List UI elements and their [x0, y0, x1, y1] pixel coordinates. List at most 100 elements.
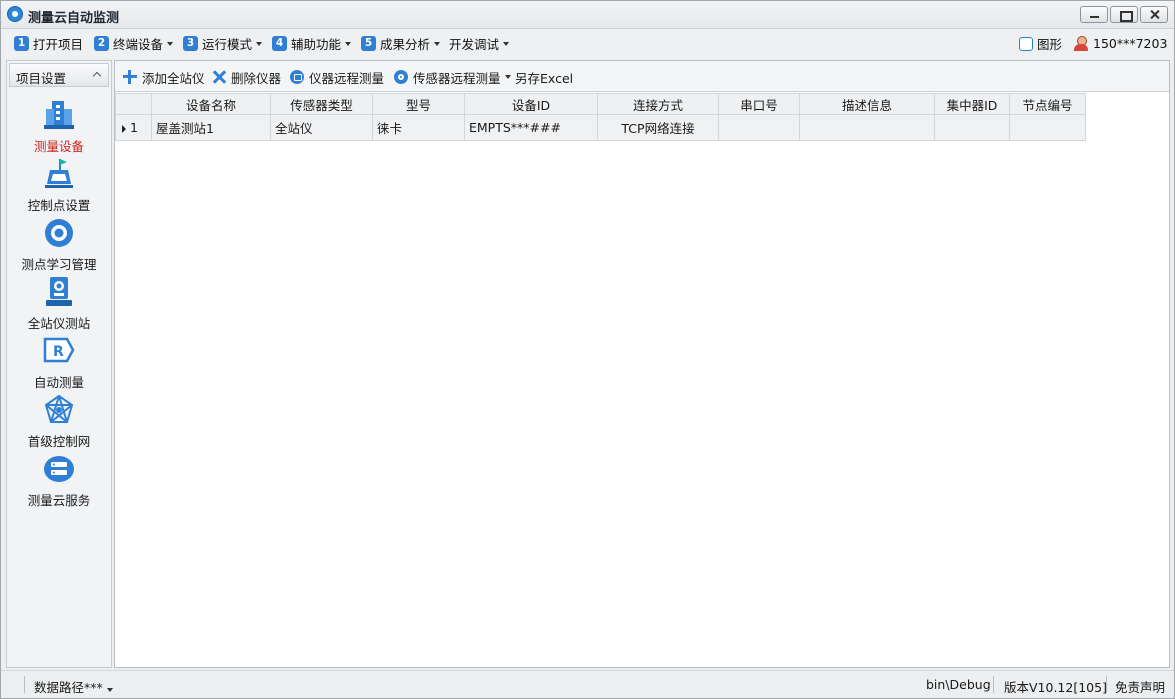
dropdown-caret-icon [434, 41, 441, 46]
menu-label: 终端设备 [113, 37, 164, 52]
control-point-icon [45, 159, 73, 188]
sidebar-item-point-learning[interactable]: 测点学习管理 [7, 217, 111, 275]
column-header-concentrator-id[interactable]: 集中器ID [934, 93, 1010, 115]
user-label: 150***7203 [1093, 36, 1168, 51]
menu-label: 打开项目 [33, 37, 84, 52]
sidebar-item-control-network[interactable]: 首级控制网 [7, 394, 111, 452]
dropdown-caret-icon [167, 41, 174, 46]
device-table: 设备名称 传感器类型 型号 设备ID 连接方式 串口号 描述信息 集中器ID 节… [115, 93, 1086, 141]
column-header-sensor-type[interactable]: 传感器类型 [270, 93, 373, 115]
sidebar-item-auto-measure[interactable]: R 自动测量 [7, 335, 111, 393]
menu-dev-debug[interactable]: 开发调试 [449, 34, 510, 53]
add-total-station-button[interactable]: 添加全站仪 [123, 68, 205, 86]
instrument-remote-measure-button[interactable]: 仪器远程测量 [290, 68, 384, 86]
cell-device-id[interactable]: EMPTS***### [464, 114, 598, 141]
building-icon [44, 101, 74, 129]
menu-bar: 1 打开项目 2 终端设备 3 运行模式 4 辅助功能 5 成果分析 开发调试 [1, 29, 1174, 58]
instrument-remote-measure-label: 仪器远程测量 [309, 70, 385, 86]
svg-text:R: R [53, 344, 64, 360]
cell-serial-port[interactable] [718, 114, 800, 141]
sidebar-item-total-station[interactable]: 全站仪测站 [7, 276, 111, 334]
menu-label: 运行模式 [202, 37, 253, 52]
row-index: 1 [130, 120, 138, 135]
sidebar-item-label: 全站仪测站 [27, 316, 91, 331]
cloud-service-icon [44, 456, 74, 482]
dropdown-caret-icon [106, 688, 113, 692]
sidebar-item-measure-device[interactable]: 测量设备 [7, 99, 111, 157]
menu-label: 成果分析 [380, 37, 431, 52]
table-header-row: 设备名称 传感器类型 型号 设备ID 连接方式 串口号 描述信息 集中器ID 节… [115, 93, 1086, 115]
sidebar: 项目设置 测量设备 控制点设置 测点学习管理 全站仪测站 R 自动测量 首级控制… [6, 60, 112, 668]
target-icon [45, 219, 73, 247]
export-excel-label: 另存Excel [515, 70, 574, 86]
sensor-remote-measure-button[interactable]: 传感器远程测量 [394, 68, 511, 86]
column-header-device-name[interactable]: 设备名称 [151, 93, 271, 115]
checkbox-icon [1019, 36, 1033, 51]
cell-node-no[interactable] [1009, 114, 1086, 141]
menu-run-mode[interactable]: 3 运行模式 [183, 34, 263, 53]
column-header-indicator[interactable] [115, 93, 152, 115]
data-path-dropdown[interactable]: 数据路径*** [34, 677, 113, 696]
title-bar: 测量云自动监测 [1, 1, 1174, 29]
cell-description[interactable] [799, 114, 935, 141]
menu-number-badge: 5 [361, 36, 376, 51]
toolbar: 添加全站仪 删除仪器 仪器远程测量 传感器远程测量 另存Excel [115, 61, 1169, 92]
menu-number-badge: 3 [183, 36, 198, 51]
sidebar-item-label: 测点学习管理 [21, 257, 97, 272]
dropdown-caret-icon [345, 41, 352, 46]
sidebar-item-control-point[interactable]: 控制点设置 [7, 158, 111, 216]
maximize-icon [1111, 7, 1137, 22]
minimize-button[interactable] [1080, 6, 1108, 23]
delete-icon [212, 70, 226, 84]
sidebar-item-cloud-service[interactable]: 测量云服务 [7, 453, 111, 511]
column-header-node-no[interactable]: 节点编号 [1009, 93, 1086, 115]
cell-model[interactable]: 徕卡 [372, 114, 465, 141]
column-header-connection[interactable]: 连接方式 [597, 93, 719, 115]
main-panel: 添加全站仪 删除仪器 仪器远程测量 传感器远程测量 另存Excel 设备名称 传… [114, 60, 1170, 668]
table-row[interactable]: 1 屋盖测站1 全站仪 徕卡 EMPTS***### TCP网络连接 [115, 114, 1086, 141]
disclaimer-link[interactable]: 免责声明 [1115, 677, 1165, 696]
plus-icon [123, 70, 137, 84]
app-logo-icon [7, 6, 23, 22]
export-excel-button[interactable]: 另存Excel [515, 68, 573, 86]
column-header-device-id[interactable]: 设备ID [464, 93, 598, 115]
sidebar-header-label: 项目设置 [16, 71, 67, 86]
status-divider [993, 676, 994, 693]
user-account[interactable]: 150***7203 [1074, 34, 1167, 53]
sensor-icon [394, 70, 408, 84]
column-header-description[interactable]: 描述信息 [799, 93, 935, 115]
sidebar-item-label: 首级控制网 [27, 434, 91, 449]
delete-instrument-button[interactable]: 删除仪器 [212, 68, 281, 86]
row-indicator[interactable]: 1 [115, 114, 152, 141]
menu-result-analysis[interactable]: 5 成果分析 [361, 34, 441, 53]
close-button[interactable] [1140, 6, 1168, 23]
column-header-model[interactable]: 型号 [372, 93, 465, 115]
dropdown-caret-icon [256, 41, 263, 46]
dropdown-caret-icon [503, 41, 510, 46]
row-pointer-icon [122, 124, 126, 133]
menu-number-badge: 4 [272, 36, 287, 51]
delete-instrument-label: 删除仪器 [231, 70, 282, 86]
menu-open-project[interactable]: 1 打开项目 [14, 34, 83, 53]
user-icon [1074, 36, 1088, 51]
add-total-station-label: 添加全站仪 [142, 70, 205, 86]
sidebar-item-label: 自动测量 [33, 375, 84, 390]
minimize-icon [1081, 7, 1107, 22]
chevron-up-icon [92, 71, 102, 81]
chart-toggle-label: 图形 [1037, 37, 1063, 52]
column-header-serial-port[interactable]: 串口号 [718, 93, 800, 115]
network-icon [44, 394, 74, 423]
cell-concentrator-id[interactable] [934, 114, 1010, 141]
chart-toggle[interactable]: 图形 [1019, 34, 1062, 53]
maximize-button[interactable] [1110, 6, 1138, 23]
cell-device-name[interactable]: 屋盖测站1 [151, 114, 271, 141]
cell-connection[interactable]: TCP网络连接 [597, 114, 719, 141]
status-divider [24, 676, 25, 693]
sidebar-item-label: 控制点设置 [27, 198, 91, 213]
menu-assist-functions[interactable]: 4 辅助功能 [272, 34, 352, 53]
menu-terminal-device[interactable]: 2 终端设备 [94, 34, 174, 53]
cell-sensor-type[interactable]: 全站仪 [270, 114, 373, 141]
dropdown-caret-icon [504, 75, 511, 79]
sidebar-item-label: 测量云服务 [27, 493, 91, 508]
sidebar-header[interactable]: 项目设置 [9, 63, 109, 87]
